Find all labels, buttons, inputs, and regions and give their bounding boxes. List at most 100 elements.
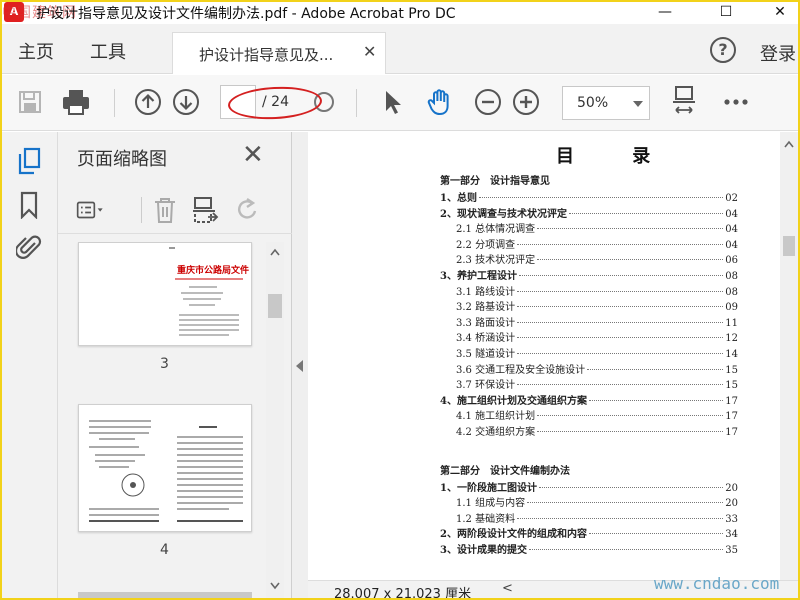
select-cursor-icon[interactable] xyxy=(376,86,408,118)
toc-entry-label: 4、施工组织计划及交通组织方案 xyxy=(440,395,587,407)
toc-leader-dots xyxy=(478,197,724,198)
toc-entry[interactable]: 3、养护工程设计 08 xyxy=(440,269,738,285)
toc-entry-label: 1、一阶段施工图设计 xyxy=(440,482,537,494)
toc-entry-label: 4.2 交通组织方案 xyxy=(456,426,536,438)
toc-entry-page: 20 xyxy=(725,498,738,510)
sign-in-button[interactable]: 登录 xyxy=(760,40,796,66)
toc-entry-label: 3.5 隧道设计 xyxy=(456,348,516,360)
toc-leader-dots xyxy=(537,259,724,261)
home-menu[interactable]: 主页 xyxy=(18,38,54,64)
toc-leader-dots xyxy=(588,399,724,401)
toc-entry-label: 3、设计成果的提交 xyxy=(440,544,527,556)
toc-leader-dots xyxy=(517,352,724,354)
toc-entry-page: 04 xyxy=(725,224,738,236)
toc-entry[interactable]: 1.2 基础资料 33 xyxy=(440,512,738,528)
toc-leader-dots xyxy=(517,306,724,308)
toc-leader-dots xyxy=(537,415,724,417)
toolbar-divider xyxy=(356,89,357,117)
toc-entry-label: 3.4 桥涵设计 xyxy=(456,333,516,345)
rotate-page-icon[interactable] xyxy=(232,195,262,225)
toc-entry[interactable]: 4、施工组织计划及交通组织方案 17 xyxy=(440,394,738,410)
toc-entry[interactable]: 4.1 施工组织计划 17 xyxy=(440,409,738,425)
close-tab-icon[interactable]: ✕ xyxy=(363,42,376,61)
toc-entry[interactable]: 1.1 组成与内容 20 xyxy=(440,496,738,512)
toc-entry-page: 11 xyxy=(725,317,738,329)
toc-entry[interactable]: 3.3 路面设计 11 xyxy=(440,316,738,332)
toc-entry[interactable]: 2、两阶段设计文件的组成和内容 34 xyxy=(440,527,738,543)
page-thumbnails-icon[interactable] xyxy=(14,146,44,176)
toc-part-heading: 第二部分 设计文件编制办法 xyxy=(440,465,570,477)
print-icon[interactable] xyxy=(60,86,92,118)
toolbar-divider xyxy=(114,89,115,117)
toc-leader-dots xyxy=(587,368,724,370)
toolbar-divider xyxy=(134,195,148,225)
help-icon[interactable]: ? xyxy=(710,37,736,63)
next-page-icon[interactable] xyxy=(170,86,202,118)
toc-entry-label: 2.1 总体情况调查 xyxy=(456,224,536,236)
toolbar: / 24 50% xyxy=(0,75,800,131)
document-scrollbar[interactable] xyxy=(780,132,798,580)
thumbnail-next-preview xyxy=(78,592,252,600)
extract-page-icon[interactable] xyxy=(190,195,220,225)
thumbnail-options-icon[interactable] xyxy=(76,195,106,225)
collapse-arrow-icon xyxy=(296,360,303,372)
toc-entry[interactable]: 3.7 环保设计 15 xyxy=(440,378,738,394)
toc-leader-dots xyxy=(537,228,724,230)
toc-entry[interactable]: 2.2 分项调查 04 xyxy=(440,238,738,254)
toc-entry-label: 3.7 环保设计 xyxy=(456,380,516,392)
toc-entry[interactable]: 3.6 交通工程及安全设施设计 15 xyxy=(440,363,738,379)
bookmark-icon[interactable] xyxy=(14,190,44,220)
toc-gap xyxy=(440,441,738,463)
toc-entry-label: 3、养护工程设计 xyxy=(440,270,517,282)
thumbnail-page-number: 4 xyxy=(160,542,169,558)
tab-bar: 主页 工具 护设计指导意见及... ✕ ? 登录 xyxy=(0,24,800,74)
attachment-icon[interactable] xyxy=(14,232,44,262)
toc-entry[interactable]: 1、一阶段施工图设计 20 xyxy=(440,481,738,497)
zoom-out-icon[interactable] xyxy=(472,86,504,118)
toc-entry-page: 02 xyxy=(725,193,738,204)
toc-entry[interactable]: 2.1 总体情况调查 04 xyxy=(440,222,738,238)
toc-leader-dots xyxy=(517,321,724,323)
thumbnail-page-number: 3 xyxy=(160,356,169,372)
document-scrollbar-thumb[interactable] xyxy=(783,236,795,256)
hand-tool-icon[interactable] xyxy=(424,86,456,118)
document-tab[interactable]: 护设计指导意见及... ✕ xyxy=(172,32,386,74)
tools-menu[interactable]: 工具 xyxy=(90,38,126,64)
toc-entry[interactable]: 3.5 隧道设计 14 xyxy=(440,347,738,363)
toc-entry-page: 17 xyxy=(725,395,738,407)
site-watermark: www.cndao.com xyxy=(654,574,780,593)
toc-entry[interactable]: 4.2 交通组织方案 17 xyxy=(440,425,738,441)
close-panel-icon[interactable]: ✕ xyxy=(242,140,264,170)
toc-leader-dots xyxy=(528,548,724,550)
toc-entry-label: 3.1 路线设计 xyxy=(456,286,516,298)
toc-entry[interactable]: 2.3 技术状况评定 06 xyxy=(440,253,738,269)
close-window-button[interactable]: ✕ xyxy=(757,0,800,24)
page-fit-icon[interactable] xyxy=(668,86,700,118)
document-tab-label: 护设计指导意见及... xyxy=(199,46,334,64)
toc-entry-page: 15 xyxy=(725,380,738,392)
thumbnail-scrollbar[interactable] xyxy=(266,242,284,598)
panel-collapse-handle[interactable] xyxy=(292,132,308,600)
scroll-left-icon[interactable]: < xyxy=(502,581,513,596)
toc-entry-page: 04 xyxy=(725,208,738,220)
maximize-button[interactable]: ☐ xyxy=(703,0,749,24)
more-options-icon[interactable] xyxy=(720,86,752,118)
toc-entry[interactable]: 3、设计成果的提交 35 xyxy=(440,543,738,559)
save-icon[interactable] xyxy=(14,86,46,118)
page-thumbnail[interactable] xyxy=(78,404,252,532)
previous-page-icon[interactable] xyxy=(132,86,164,118)
minimize-button[interactable]: — xyxy=(642,0,688,24)
panel-title: 页面缩略图 xyxy=(77,149,167,170)
toc-entry[interactable]: 3.4 桥涵设计 12 xyxy=(440,331,738,347)
zoom-select[interactable]: 50% xyxy=(562,86,650,120)
toc-entry[interactable]: 3.2 路基设计 09 xyxy=(440,300,738,316)
toc-entry[interactable]: 3.1 路线设计 08 xyxy=(440,285,738,301)
zoom-in-icon[interactable] xyxy=(510,86,542,118)
delete-page-icon[interactable] xyxy=(150,195,180,225)
page-thumbnail[interactable]: 重庆市公路局文件 xyxy=(78,242,252,346)
toc-entry-page: 17 xyxy=(725,411,738,423)
toc-entry-label: 3.2 路基设计 xyxy=(456,302,516,314)
toc-entry[interactable]: 1、总则 02 xyxy=(440,191,738,207)
thumbnail-scrollbar-thumb[interactable] xyxy=(268,294,282,318)
toc-entry[interactable]: 2、现状调查与技术状况评定 04 xyxy=(440,207,738,223)
